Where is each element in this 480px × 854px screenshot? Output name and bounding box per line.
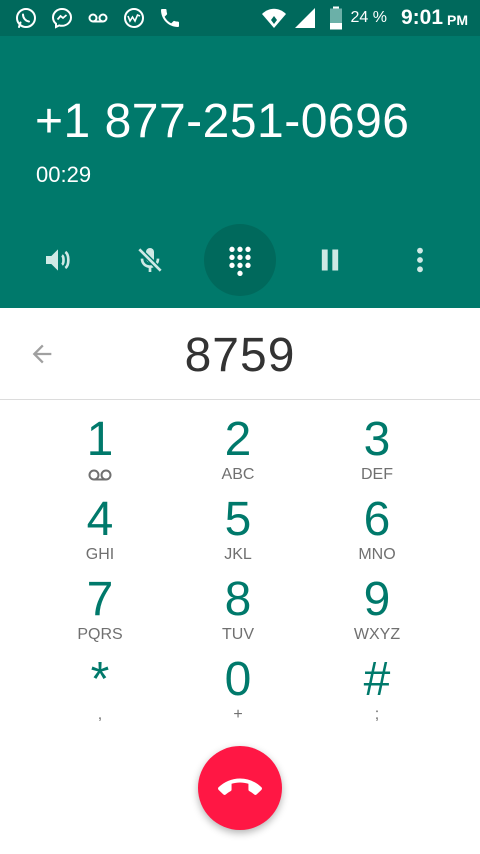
key-digit: 5 [224, 493, 252, 546]
signal-icon [294, 8, 315, 28]
hold-button[interactable] [294, 224, 366, 296]
key-digit: * [90, 653, 110, 706]
key-letters: PQRS [77, 626, 123, 643]
key-star[interactable]: * , [30, 654, 170, 734]
dialpad-icon [229, 246, 251, 276]
battery-percent: 24 % [350, 9, 387, 26]
key-letters: GHI [85, 546, 115, 563]
battery-icon [329, 6, 342, 30]
key-letters: DEF [361, 466, 393, 483]
dialpad-button[interactable] [204, 224, 276, 296]
key-pound[interactable]: # ; [307, 654, 447, 734]
clock-ampm: PM [447, 12, 468, 28]
key-digit: 8 [224, 573, 252, 626]
hang-up-icon [218, 778, 262, 795]
clock-time: 9:01 [400, 6, 443, 29]
phone-icon [161, 9, 179, 27]
call-header: +1 877-251-0696 00:29 [0, 36, 480, 308]
dialed-digits-row: 8759 [0, 308, 480, 400]
dialed-digits: 8759 [184, 329, 296, 382]
status-bar: 24 % 9:01 PM [0, 0, 480, 36]
more-options-button[interactable] [384, 224, 456, 296]
key-4[interactable]: 4 GHI [30, 494, 170, 574]
key-3[interactable]: 3 DEF [307, 414, 447, 494]
wifi-icon [261, 8, 286, 28]
key-digit: 9 [363, 573, 391, 626]
key-5[interactable]: 5 JKL [168, 494, 308, 574]
key-digit: 2 [224, 413, 252, 466]
key-2[interactable]: 2 ABC [168, 414, 308, 494]
mute-mic-icon [137, 247, 163, 273]
key-letters: ABC [221, 466, 255, 483]
key-6[interactable]: 6 MNO [307, 494, 447, 574]
voicemail-icon [88, 469, 112, 481]
key-letters: , [97, 706, 103, 723]
call-duration: 00:29 [36, 162, 92, 187]
key-digit: 3 [363, 413, 391, 466]
key-digit: 6 [363, 493, 391, 546]
whatsapp-icon [16, 8, 36, 28]
system-status: 24 % 9:01 PM [261, 0, 468, 36]
key-voicemail [30, 468, 170, 482]
more-icon [417, 247, 423, 273]
speaker-icon [46, 249, 70, 271]
key-7[interactable]: 7 PQRS [30, 574, 170, 654]
voicemail-icon [88, 13, 108, 23]
key-letters: JKL [224, 546, 252, 563]
key-digit: 4 [86, 493, 114, 546]
browser-icon [124, 8, 144, 28]
key-letters: TUV [222, 626, 254, 643]
pause-icon [321, 249, 339, 271]
key-1[interactable]: 1 [30, 414, 170, 494]
key-digit: 7 [86, 573, 114, 626]
key-9[interactable]: 9 WXYZ [307, 574, 447, 654]
key-letters: WXYZ [353, 626, 401, 643]
key-digit: 1 [86, 413, 114, 466]
notification-icons [14, 6, 182, 30]
caller-number: +1 877-251-0696 [35, 95, 410, 148]
end-call-button[interactable] [198, 746, 282, 830]
mute-button[interactable] [114, 224, 186, 296]
messenger-icon [51, 7, 73, 29]
speaker-button[interactable] [22, 224, 94, 296]
key-letters: + [233, 706, 243, 723]
key-0[interactable]: 0 + [168, 654, 308, 734]
key-8[interactable]: 8 TUV [168, 574, 308, 654]
key-letters: MNO [358, 546, 396, 563]
key-digit: # [363, 653, 391, 706]
key-letters: ; [374, 706, 380, 723]
key-digit: 0 [224, 653, 252, 706]
